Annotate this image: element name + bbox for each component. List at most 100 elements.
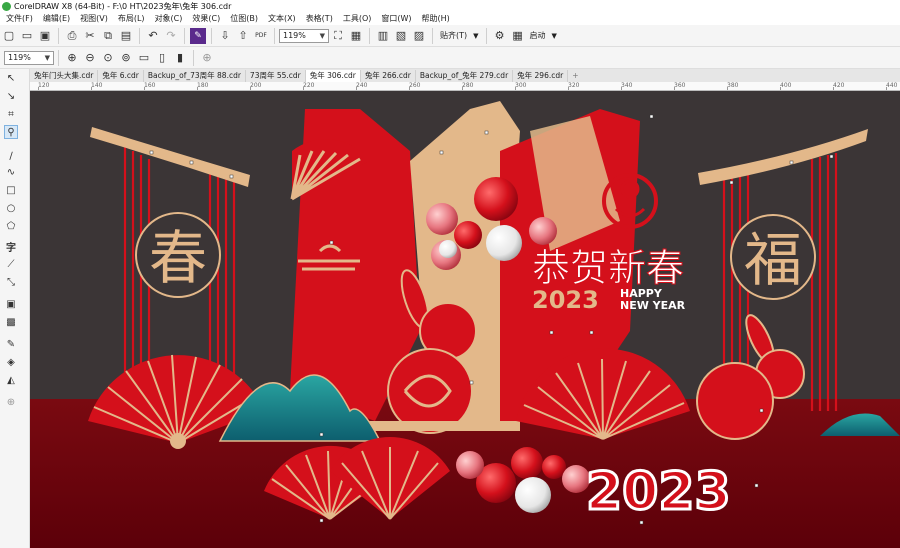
new-year-text: NEW YEAR bbox=[620, 299, 686, 312]
year-small-text: 2023 bbox=[532, 286, 599, 314]
ruler-label: 260 bbox=[409, 82, 421, 89]
redo-icon[interactable]: ↷ bbox=[163, 28, 179, 44]
cut-icon[interactable]: ✂ bbox=[82, 28, 98, 44]
ruler-label: 320 bbox=[568, 82, 580, 89]
title-bar: CorelDRAW X8 (64-Bit) - F:\0 HT\2023兔年\兔… bbox=[0, 0, 900, 12]
horizontal-ruler[interactable]: 120 140 160 180 200 220 240 260 280 300 320 340 360 3… bbox=[30, 82, 900, 91]
zoom-in-icon[interactable]: ⊕ bbox=[64, 50, 80, 66]
new-tab-plus-icon[interactable]: + bbox=[568, 70, 582, 82]
ruler-label: 220 bbox=[303, 82, 315, 89]
interactive-fill-tool-icon[interactable]: ◈ bbox=[4, 355, 18, 369]
ruler-tick bbox=[833, 87, 834, 90]
artwork-svg: 春 福 恭贺新春 2023 HAPPY NEW YEAR 2023 bbox=[30, 91, 900, 548]
copy-icon[interactable]: ⧉ bbox=[100, 28, 116, 44]
show-guidelines-icon[interactable]: ▧ bbox=[393, 28, 409, 44]
add-tool-icon[interactable]: ⊕ bbox=[4, 395, 18, 409]
ruler-tick bbox=[886, 87, 887, 90]
options-gear-icon[interactable]: ⚙ bbox=[492, 28, 508, 44]
spring-character: 春 bbox=[149, 224, 207, 292]
ruler-tick bbox=[621, 87, 622, 90]
ruler-label: 240 bbox=[356, 82, 368, 89]
show-rulers-icon[interactable]: ▦ bbox=[348, 28, 364, 44]
chevron-down-icon[interactable]: ▼ bbox=[473, 32, 478, 40]
application-launcher-icon[interactable]: ▦ bbox=[510, 28, 526, 44]
connector-tool-icon[interactable]: ⤡ bbox=[4, 275, 18, 289]
text-tool-icon[interactable]: 字 bbox=[4, 239, 18, 254]
menu-layout[interactable]: 布局(L) bbox=[113, 12, 150, 25]
zoom-to-all-objects-icon[interactable]: ⊚ bbox=[118, 50, 134, 66]
standard-toolbar: ▢ ▭ ▣ ⎙ ✂ ⧉ ▤ ↶ ↷ ✎ ⇩ ⇧ PDF 119% ▼ ⛶ ▦ ▥ … bbox=[0, 25, 900, 47]
menu-text[interactable]: 文本(X) bbox=[263, 12, 301, 25]
menu-edit[interactable]: 编辑(E) bbox=[38, 12, 75, 25]
launch-label[interactable]: 启动 bbox=[530, 30, 546, 41]
rectangle-tool-icon[interactable]: □ bbox=[4, 183, 18, 197]
coreldraw-app-icon bbox=[2, 1, 11, 11]
drawing-canvas[interactable]: 春 福 恭贺新春 2023 HAPPY NEW YEAR 2023 bbox=[30, 91, 900, 548]
ruler-tick bbox=[780, 87, 781, 90]
artistic-media-tool-icon[interactable]: ∿ bbox=[4, 165, 18, 179]
show-grid-icon[interactable]: ▥ bbox=[375, 28, 391, 44]
color-eyedropper-tool-icon[interactable]: ✎ bbox=[4, 337, 18, 351]
pick-tool-icon[interactable]: ↖ bbox=[4, 71, 18, 85]
ellipse-tool-icon[interactable]: ○ bbox=[4, 201, 18, 215]
smart-fill-tool-icon[interactable]: ◭ bbox=[4, 373, 18, 387]
document-tab[interactable]: 73周年 55.cdr bbox=[246, 70, 306, 82]
menu-window[interactable]: 窗口(W) bbox=[376, 12, 416, 25]
snap-to-label[interactable]: 贴齐(T) bbox=[440, 30, 467, 41]
full-screen-icon[interactable]: ⛶ bbox=[330, 28, 346, 44]
ruler-label: 280 bbox=[462, 82, 474, 89]
zoom-to-page-icon[interactable]: ▭ bbox=[136, 50, 152, 66]
drop-shadow-tool-icon[interactable]: ▣ bbox=[4, 297, 18, 311]
document-tab-active[interactable]: 兔年 306.cdr bbox=[305, 70, 361, 82]
fortune-character: 福 bbox=[744, 226, 802, 294]
publish-pdf-icon[interactable]: PDF bbox=[253, 28, 269, 44]
zoom-to-selected-icon[interactable]: ⊙ bbox=[100, 50, 116, 66]
menu-tools[interactable]: 工具(O) bbox=[338, 12, 377, 25]
menu-effects[interactable]: 效果(C) bbox=[187, 12, 225, 25]
menu-table[interactable]: 表格(T) bbox=[301, 12, 338, 25]
document-tab[interactable]: 兔年 296.cdr bbox=[513, 70, 569, 82]
corel-connect-icon[interactable]: ✎ bbox=[190, 27, 206, 44]
ruler-label: 160 bbox=[144, 82, 156, 89]
menu-object[interactable]: 对象(C) bbox=[150, 12, 188, 25]
zoom-tool-icon[interactable]: ⚲ bbox=[4, 125, 18, 139]
export-icon[interactable]: ⇧ bbox=[235, 28, 251, 44]
document-tab[interactable]: 兔年 266.cdr bbox=[361, 70, 416, 82]
zoom-levels-dropdown[interactable]: 119% ▼ bbox=[4, 50, 54, 65]
polygon-tool-icon[interactable]: ⬠ bbox=[4, 219, 18, 233]
menu-file[interactable]: 文件(F) bbox=[0, 12, 38, 25]
zoom-to-page-width-icon[interactable]: ▯ bbox=[154, 50, 170, 66]
zoom-to-page-height-icon[interactable]: ▮ bbox=[172, 50, 188, 66]
parallel-dimension-tool-icon[interactable]: ⟋ bbox=[4, 257, 18, 271]
document-tab[interactable]: Backup_of_兔年 279.cdr bbox=[416, 70, 514, 82]
shape-tool-icon[interactable]: ↘ bbox=[4, 89, 18, 103]
chevron-down-icon[interactable]: ▼ bbox=[552, 32, 557, 40]
print-icon[interactable]: ⎙ bbox=[64, 28, 80, 44]
import-icon[interactable]: ⇩ bbox=[217, 28, 233, 44]
document-tab[interactable]: 兔年 6.cdr bbox=[98, 70, 144, 82]
snap-objects-icon[interactable]: ▨ bbox=[411, 28, 427, 44]
year-large-text: 2023 bbox=[586, 462, 731, 522]
zoom-out-icon[interactable]: ⊖ bbox=[82, 50, 98, 66]
menu-bitmaps[interactable]: 位图(B) bbox=[225, 12, 263, 25]
document-tab[interactable]: Backup_of_73周年 88.cdr bbox=[144, 70, 246, 82]
toolbox: ↖ ↘ ⌗ ⚲ ∕ ∿ □ ○ ⬠ 字 ⟋ ⤡ ▣ ▩ ✎ ◈ ◭ ⊕ bbox=[0, 69, 30, 548]
document-tab[interactable]: 兔年门头大集.cdr bbox=[30, 70, 99, 82]
menu-view[interactable]: 视图(V) bbox=[75, 12, 113, 25]
paste-icon[interactable]: ▤ bbox=[118, 28, 134, 44]
undo-icon[interactable]: ↶ bbox=[145, 28, 161, 44]
zoom-level-dropdown[interactable]: 119% ▼ bbox=[279, 28, 329, 43]
greeting-text: 恭贺新春 bbox=[532, 246, 684, 290]
transparency-tool-icon[interactable]: ▩ bbox=[4, 315, 18, 329]
ruler-label: 200 bbox=[250, 82, 262, 89]
save-icon[interactable]: ▣ bbox=[37, 28, 53, 44]
menu-help[interactable]: 帮助(H) bbox=[417, 12, 455, 25]
new-document-icon[interactable]: ▢ bbox=[1, 28, 17, 44]
ruler-tick bbox=[727, 87, 728, 90]
open-folder-icon[interactable]: ▭ bbox=[19, 28, 35, 44]
crop-tool-icon[interactable]: ⌗ bbox=[4, 107, 18, 121]
add-icon[interactable]: ⊕ bbox=[199, 50, 215, 66]
freehand-tool-icon[interactable]: ∕ bbox=[4, 149, 18, 163]
ruler-tick bbox=[356, 87, 357, 90]
ruler-label: 420 bbox=[833, 82, 845, 89]
